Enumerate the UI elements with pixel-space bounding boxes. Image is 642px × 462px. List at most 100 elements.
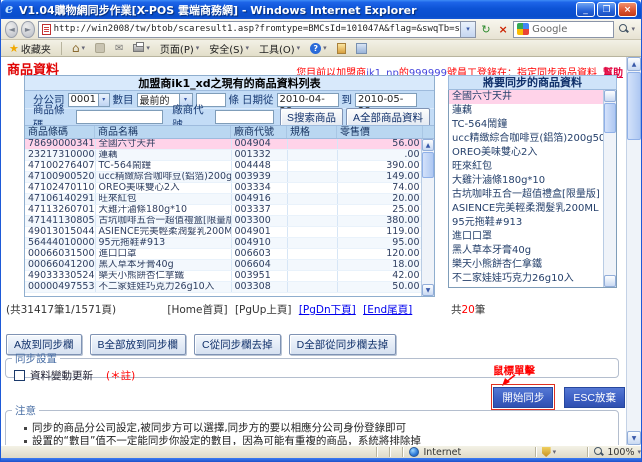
zoom-control[interactable]: 100% ▾ — [594, 447, 641, 458]
search-button[interactable]: ▾ — [617, 24, 637, 34]
sync-scroll-up-icon[interactable] — [604, 90, 616, 102]
toolbar-menu[interactable]: 页面(P)▾ — [157, 41, 202, 56]
sync-list-item[interactable]: TC-564鬧鐘 — [449, 118, 603, 132]
sync-list-item[interactable]: 大雞汁滷條180g*10 — [449, 174, 603, 188]
branch-select[interactable]: 0001 ▾ — [68, 93, 110, 107]
table-cell — [287, 249, 337, 260]
table-row[interactable]: 4710027640740TC-564鬧鐘004448390.00 — [25, 161, 423, 172]
notes-fieldset: 注意 同步的商品分公司設定,被同步方可以選擇,同步方的要以相應分公司身份登錄即可… — [5, 403, 619, 445]
table-cell: 003334 — [231, 183, 287, 194]
sync-list-item[interactable]: ASIENCE完美輕柔潤髮乳200ML — [449, 202, 603, 216]
print-button[interactable]: ▾ — [130, 41, 153, 56]
table-row[interactable]: 7869000034155全國六寸天井00490456.00 — [25, 139, 423, 150]
home-button[interactable]: ⌂ ▾ — [69, 41, 88, 56]
table-row[interactable]: 4710247011009OREO美味雙心2入00333474.00 — [25, 183, 423, 194]
column-header: 廠商代號 — [231, 126, 287, 138]
sync-list-item[interactable]: 蓮藕 — [449, 104, 603, 118]
help-dropdown-icon[interactable]: ▾ — [323, 44, 327, 52]
sync-list-item[interactable]: OREO美味雙心2入 — [449, 146, 603, 160]
branch-dropdown-icon[interactable]: ▾ — [98, 94, 109, 106]
sync-list-item[interactable]: ucc精緻綜合咖啡豆(鋁箔)200g50 — [449, 132, 603, 146]
table-scroll-thumb[interactable] — [422, 152, 434, 178]
table-cell: 大雞汁滷條180g*10 — [95, 205, 231, 216]
sync-list-item[interactable]: 95元拖鞋#913 — [449, 216, 603, 230]
menu-dropdown-icon[interactable]: ▾ — [245, 44, 249, 52]
table-row[interactable]: 4903333052417樂天小熊餅杏仁拿鐵00395142.00 — [25, 271, 423, 282]
table-cell: 旺來紅包 — [95, 194, 231, 205]
table-row[interactable]: 4711326070122大雞汁滷條180g*1000333725.00 — [25, 205, 423, 216]
ie-logo-icon: e — [5, 2, 19, 17]
menu-dropdown-icon[interactable]: ▾ — [297, 44, 301, 52]
search-dropdown-icon[interactable]: ▾ — [631, 25, 635, 33]
search-input[interactable]: Google — [513, 21, 614, 38]
table-scroll-down-icon[interactable]: ▼ — [422, 284, 434, 296]
sync-scroll-thumb[interactable] — [604, 103, 616, 133]
address-dropdown-icon[interactable]: ▾ — [460, 22, 475, 37]
sync-list-item[interactable]: 黑人草本牙膏40g — [449, 244, 603, 258]
toolbar-separator — [61, 42, 62, 55]
stop-button[interactable]: × — [496, 21, 510, 38]
sync-list-item[interactable]: 進口口罩 — [449, 230, 603, 244]
table-cell — [287, 282, 337, 293]
vendor-input[interactable] — [215, 110, 274, 124]
barcode-input[interactable] — [76, 110, 163, 124]
protected-dropdown-icon[interactable]: ▾ — [553, 448, 557, 456]
table-row[interactable]: 0000049755343不二家娃娃巧克力26g10入00330850.00 — [25, 282, 423, 293]
page-scroll-thumb[interactable] — [627, 72, 641, 140]
pgdn-page-link[interactable]: [PgDn下頁] — [299, 304, 356, 316]
table-scroll-up-icon[interactable]: ▲ — [422, 139, 434, 151]
read-mail-button[interactable]: ✉ — [112, 41, 126, 56]
table-cell: 不二家娃娃巧克力26g10入 — [95, 282, 231, 293]
help-button[interactable]: ? ▾ — [307, 41, 330, 56]
table-row[interactable]: 4901301504470ASIENCE完美輕柔潤髮乳200ML00490111… — [25, 227, 423, 238]
table-row[interactable]: 4710614029101旺來紅包00491620.00 — [25, 194, 423, 205]
refresh-button[interactable]: ↻ — [479, 21, 493, 38]
table-cell: 樂天小熊餅杏仁拿鐵 — [95, 271, 231, 282]
page-scroll-up-icon[interactable]: ▲ — [627, 57, 641, 71]
toolbar-menu[interactable]: 安全(S)▾ — [206, 41, 252, 56]
table-row[interactable]: 2321731000007蓮藕001332.00 — [25, 150, 423, 161]
sync-list-item[interactable]: 全國六寸天井 — [449, 90, 603, 104]
zoom-dropdown-icon[interactable]: ▾ — [638, 448, 642, 456]
data-change-checkbox[interactable] — [14, 370, 25, 381]
home-dropdown-icon[interactable]: ▾ — [82, 44, 86, 52]
date-from-input[interactable]: 2010-04-28 — [277, 93, 339, 107]
address-field[interactable]: http://win2008/tw/btob/scaresult1.asp?fr… — [38, 21, 476, 38]
sync-list-item[interactable]: 古坑咖啡五合一超值禮盒[限量版] — [449, 188, 603, 202]
page-scrollbar[interactable]: ▲ ▼ — [626, 57, 641, 445]
column-header: 規格 — [287, 126, 337, 138]
sync-list-item[interactable]: 旺來紅包 — [449, 160, 603, 174]
table-row[interactable]: 4710090052013ucc精緻綜合咖啡豆(鋁箔)200g500039391… — [25, 172, 423, 183]
print-dropdown-icon[interactable]: ▾ — [146, 44, 150, 52]
all-products-button[interactable]: A全部商品資料 — [346, 108, 430, 127]
favorites-button[interactable]: ★ 收藏夹 — [6, 41, 54, 56]
feeds-button[interactable] — [92, 41, 108, 56]
table-row[interactable]: 564440100000695元拖鞋#91300491095.00 — [25, 238, 423, 249]
close-button[interactable]: × — [618, 2, 637, 17]
date-to-input[interactable]: 2010-05-28 — [355, 93, 417, 107]
forward-button[interactable]: ► — [21, 21, 34, 38]
menu-dropdown-icon[interactable]: ▾ — [196, 44, 200, 52]
misc-tool-button[interactable] — [334, 41, 349, 56]
sync-list-scrollbar[interactable] — [603, 90, 616, 287]
sync-scroll-down-icon[interactable] — [604, 275, 616, 287]
sync-list-item[interactable]: 不二家娃娃巧克力26g10入 — [449, 272, 603, 286]
table-cell — [287, 194, 337, 205]
sync-list-item[interactable]: 樂天小熊餅杏仁拿鐵 — [449, 258, 603, 272]
home-page-button[interactable]: [Home首頁] — [167, 304, 227, 316]
table-row[interactable]: 4714113080595古坑咖啡五合一超值禮盒[限量版]003300380.0… — [25, 216, 423, 227]
pgup-page-button[interactable]: [PgUp上頁] — [235, 304, 292, 316]
misc-tool2-button[interactable] — [353, 41, 370, 56]
table-cell: 004910 — [231, 238, 287, 249]
back-button[interactable]: ◄ — [5, 21, 18, 38]
toolbar-menu[interactable]: 工具(O)▾ — [256, 41, 303, 56]
table-row[interactable]: 0006604120005黑人草本牙膏40g00660418.00 — [25, 260, 423, 271]
table-scrollbar[interactable]: ▲ ▼ — [421, 139, 434, 296]
search-products-button[interactable]: S搜索商品 — [280, 108, 343, 127]
url-text[interactable]: http://win2008/tw/btob/scaresult1.asp?fr… — [54, 24, 460, 34]
page-scroll-down-icon[interactable]: ▼ — [627, 431, 641, 445]
minimize-button[interactable]: _ — [576, 2, 595, 17]
table-row[interactable]: 0006603150005進口口罩006603120.00 — [25, 249, 423, 260]
end-page-link[interactable]: [End尾頁] — [363, 304, 412, 316]
maximize-button[interactable]: ❐ — [597, 2, 616, 17]
